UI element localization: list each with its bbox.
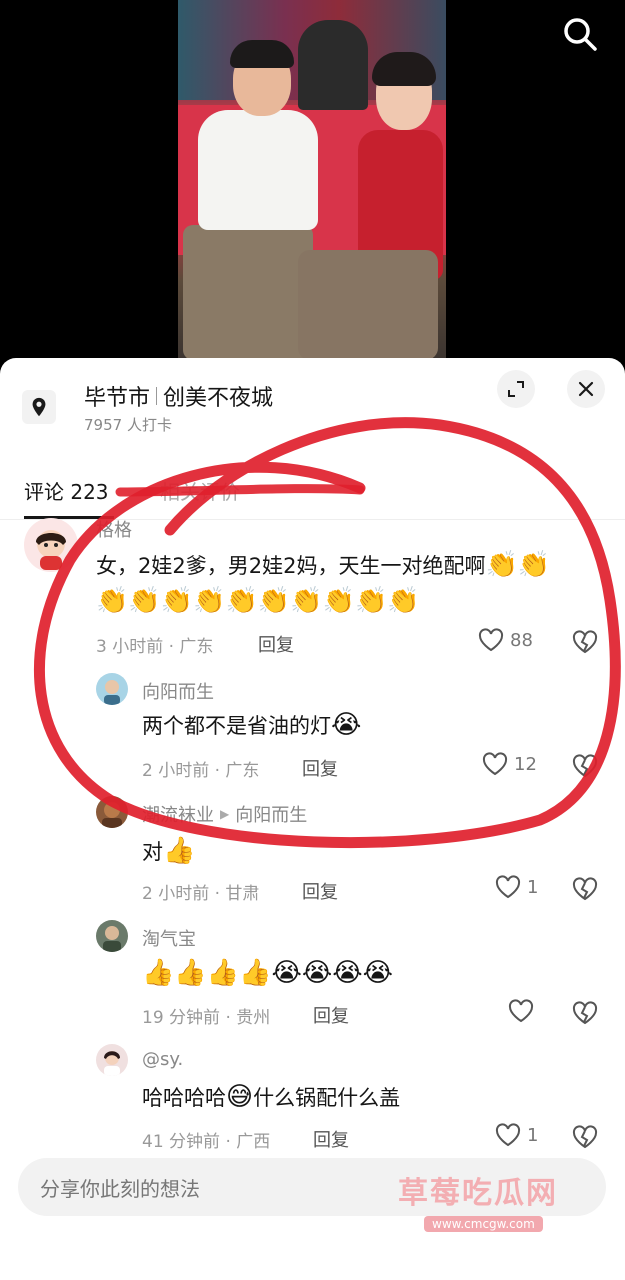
reply-arrow-icon: ▶ [220, 807, 230, 821]
comment-input-placeholder: 分享你此刻的想法 [40, 1176, 200, 1201]
comment-text: 👍👍👍👍😭😭😭😭 [142, 956, 393, 992]
comment-text-after: 什么锅配什么盖 [253, 1086, 401, 1110]
comment-text: 对👍 [142, 834, 195, 870]
video-player[interactable] [0, 0, 625, 370]
reply-button[interactable]: 回复 [313, 1126, 349, 1152]
watermark-text: 草莓吃瓜网 [398, 1176, 558, 1211]
heart-icon [482, 752, 508, 776]
close-icon [578, 381, 594, 397]
grinning-sweat-emoji-icon: 😅 [226, 1082, 254, 1112]
location-divider [156, 387, 158, 405]
comment-text-before: 哈哈哈哈 [142, 1086, 226, 1110]
comment-author[interactable]: 淘气宝 [142, 925, 196, 951]
clap-emoji-icon: 👏👏👏👏👏👏👏👏👏👏 [96, 586, 420, 616]
dislike-button[interactable] [572, 630, 598, 658]
like-count: 88 [510, 629, 533, 651]
like-button[interactable]: 1 [495, 875, 538, 899]
dislike-button[interactable] [572, 754, 598, 782]
comment-text: 两个都不是省油的灯😭 [142, 708, 361, 744]
watermark-url: www.cmcgw.com [424, 1216, 543, 1232]
man-figure-shirt [198, 110, 318, 230]
tab-related-reviews[interactable]: 相关评价 [160, 476, 240, 505]
checkin-count: 7957 人打卡 [84, 416, 172, 434]
search-icon[interactable] [560, 14, 600, 54]
reply-button[interactable]: 回复 [302, 878, 338, 904]
expand-icon [508, 381, 524, 397]
comment-author-line: 潮流袜业 ▶ 向阳而生 [142, 801, 307, 827]
avatar[interactable] [96, 920, 128, 952]
comment-text: 女，2娃2爹，男2娃2妈，天生一对绝配啊👏👏 👏👏👏👏👏👏👏👏👏👏 [96, 548, 606, 620]
background-person [298, 20, 368, 110]
broken-heart-icon [572, 1001, 598, 1025]
broken-heart-icon [572, 877, 598, 901]
location-city: 毕节市 [84, 386, 151, 411]
dislike-button[interactable] [572, 1001, 598, 1029]
comment-author[interactable]: 向阳而生 [142, 678, 214, 704]
laughing-crying-emoji-icon: 😭😭😭😭 [271, 958, 394, 988]
avatar[interactable] [96, 673, 128, 705]
clap-emoji-icon: 👏👏 [485, 550, 551, 580]
broken-heart-icon [572, 754, 598, 778]
dislike-button[interactable] [572, 1125, 598, 1153]
like-button[interactable]: 1 [495, 1123, 538, 1147]
thumbs-up-emoji-icon: 👍 [163, 836, 196, 866]
woman-figure-hair [372, 52, 436, 86]
close-button[interactable] [567, 370, 605, 408]
reply-button[interactable]: 回复 [313, 1002, 349, 1028]
reply-to-author[interactable]: 向阳而生 [235, 801, 307, 827]
like-count: 1 [527, 1124, 539, 1146]
comment-text-content: 女，2娃2爹，男2娃2妈，天生一对绝配啊 [96, 554, 486, 578]
comment-author[interactable]: 潮流袜业 [142, 801, 214, 827]
video-frame [178, 0, 446, 360]
laughing-crying-emoji-icon: 😭 [331, 710, 362, 740]
coat-on-lap [298, 250, 438, 360]
like-button[interactable]: 12 [482, 752, 537, 776]
like-button[interactable] [508, 999, 534, 1023]
comment-time-location: 3 小时前 · 广东 [96, 637, 214, 657]
man-figure-hair [230, 40, 294, 68]
reply-button[interactable]: 回复 [302, 755, 338, 781]
broken-heart-icon [572, 630, 598, 654]
avatar[interactable] [96, 796, 128, 828]
location-place: 创美不夜城 [163, 386, 274, 411]
like-count: 1 [527, 876, 539, 898]
comment-sheet: 毕节市 创美不夜城 7957 人打卡 评论 223 相关评价 格格 女，2娃2爹… [0, 358, 625, 1280]
heart-icon [495, 1123, 521, 1147]
expand-button[interactable] [497, 370, 535, 408]
heart-icon [478, 628, 504, 652]
heart-icon [495, 875, 521, 899]
comment-time-location: 2 小时前 · 甘肃 [142, 884, 260, 904]
comment-text-content: 两个都不是省油的灯 [142, 714, 331, 738]
comment-time-location: 19 分钟前 · 贵州 [142, 1008, 271, 1028]
avatar[interactable] [96, 1044, 128, 1076]
reply-button[interactable]: 回复 [258, 631, 294, 657]
man-figure-pants [183, 225, 313, 360]
like-count: 12 [514, 753, 537, 775]
location-title[interactable]: 毕节市 创美不夜城 [84, 380, 273, 412]
heart-icon [508, 999, 534, 1023]
comment-text: 哈哈哈哈😅什么锅配什么盖 [142, 1080, 400, 1116]
location-pin-icon[interactable] [22, 390, 56, 424]
comment-time-location: 2 小时前 · 广东 [142, 761, 260, 781]
comment-text-content: 对 [142, 840, 163, 864]
thumbs-up-emoji-icon: 👍👍👍👍 [142, 958, 272, 988]
dislike-button[interactable] [572, 877, 598, 905]
tab-comments[interactable]: 评论 223 [24, 476, 109, 505]
comment-tabs: 评论 223 相关评价 [0, 468, 625, 520]
like-button[interactable]: 88 [478, 628, 533, 652]
comment-time-location: 41 分钟前 · 广西 [142, 1132, 271, 1152]
broken-heart-icon [572, 1125, 598, 1149]
comment-author[interactable]: 格格 [96, 516, 132, 542]
avatar[interactable] [24, 518, 78, 572]
comment-author[interactable]: @sy. [142, 1049, 183, 1070]
